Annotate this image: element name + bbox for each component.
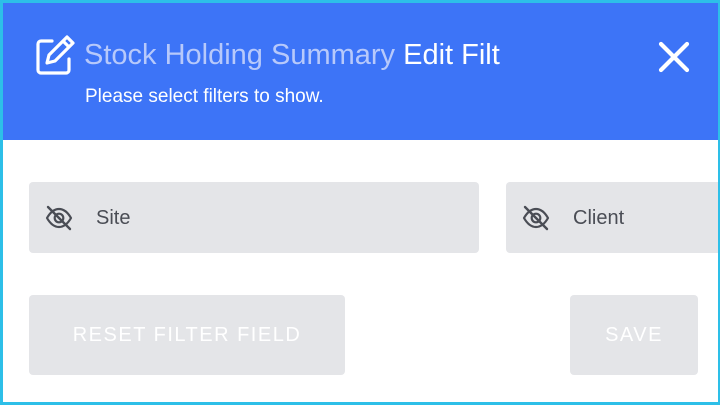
dialog-header: Stock Holding Summary Edit Filt Please s… <box>3 3 718 140</box>
filter-field-client[interactable]: Client <box>506 182 718 253</box>
dialog-title: Stock Holding Summary Edit Filt <box>84 35 566 75</box>
report-title: Stock Holding Summary <box>84 39 396 71</box>
eye-off-icon[interactable] <box>521 203 551 233</box>
dialog-action-title: Edit Filt <box>403 39 500 71</box>
close-icon[interactable] <box>655 38 693 76</box>
save-button[interactable]: SAVE <box>570 295 698 375</box>
filter-label-site: Site <box>96 207 131 229</box>
filter-field-site[interactable]: Site <box>29 182 479 253</box>
edit-filter-dialog: Stock Holding Summary Edit Filt Please s… <box>0 0 720 405</box>
dialog-subtitle: Please select filters to show. <box>85 86 324 107</box>
edit-pencil-icon <box>36 35 75 75</box>
filter-label-client: Client <box>573 207 625 229</box>
eye-off-icon[interactable] <box>44 203 74 233</box>
reset-filter-button[interactable]: RESET FILTER FIELD <box>29 295 345 375</box>
